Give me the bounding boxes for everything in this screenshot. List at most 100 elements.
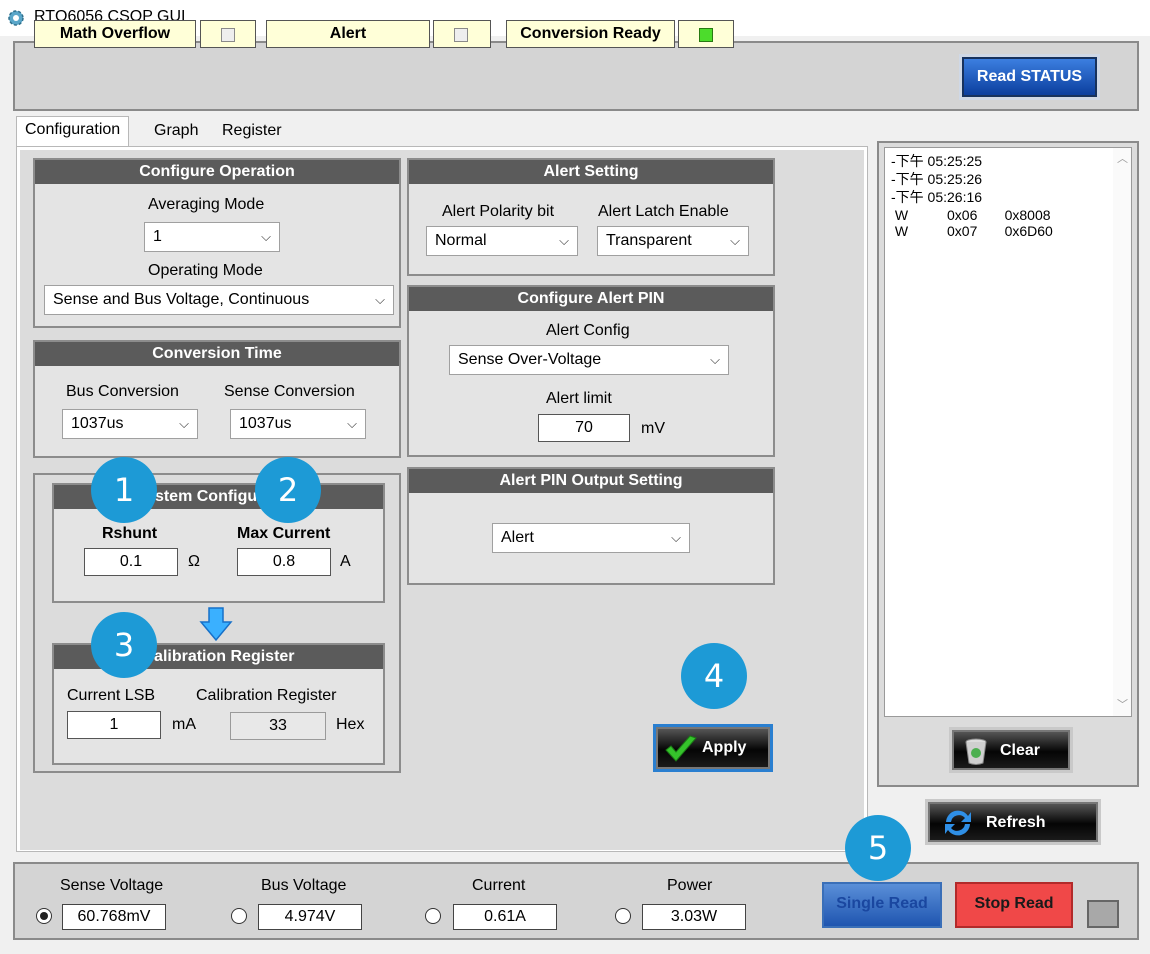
log-list[interactable]: -下午 05:25:25 -下午 05:25:26 -下午 05:26:16 W…	[884, 147, 1132, 717]
chevron-down-icon: ⌵	[710, 352, 720, 367]
tab-graph[interactable]: Graph	[146, 118, 206, 146]
callout-badge-4: 4	[681, 643, 747, 709]
current-label: Current	[472, 877, 526, 894]
conversion-ready-label: Conversion Ready	[506, 20, 675, 48]
rshunt-unit: Ω	[188, 553, 200, 570]
callout-badge-5: 5	[845, 815, 911, 881]
averaging-mode-label: Averaging Mode	[148, 196, 265, 213]
chevron-down-icon: ⌵	[730, 233, 740, 248]
power-value: 3.03W	[642, 904, 746, 930]
scroll-up-icon[interactable]: ︿	[1117, 150, 1128, 166]
bus-conversion-label: Bus Conversion	[66, 383, 179, 400]
rshunt-label: Rshunt	[102, 525, 158, 542]
conversion-time-title: Conversion Time	[35, 342, 399, 366]
log-line: -下午 05:26:16	[891, 189, 983, 205]
calibration-register-label: Calibration Register	[196, 687, 337, 704]
checkmark-icon	[665, 735, 697, 762]
arrow-down-icon	[199, 607, 233, 642]
alert-latch-select[interactable]: Transparent ⌵	[597, 226, 749, 256]
operating-mode-label: Operating Mode	[148, 262, 263, 279]
conversion-ready-checkbox[interactable]	[678, 20, 734, 48]
alert-config-value: Sense Over-Voltage	[458, 351, 602, 368]
alert-output-title: Alert PIN Output Setting	[409, 469, 773, 493]
log-line: -下午 05:25:26	[891, 171, 983, 187]
calibration-register-value: 33	[230, 712, 326, 740]
alert-limit-unit: mV	[641, 420, 665, 437]
chevron-down-icon: ⌵	[347, 416, 357, 431]
callout-badge-3: 3	[91, 612, 157, 678]
averaging-mode-value: 1	[153, 228, 162, 245]
alert-latch-label: Alert Latch Enable	[598, 203, 729, 220]
alert-setting-title: Alert Setting	[409, 160, 773, 184]
chevron-down-icon: ⌵	[261, 229, 271, 244]
current-lsb-label: Current LSB	[67, 687, 156, 704]
clear-label: Clear	[1000, 742, 1041, 759]
alert-polarity-select[interactable]: Normal ⌵	[426, 226, 578, 256]
read-indicator	[1087, 900, 1119, 928]
current-lsb-unit: mA	[172, 716, 196, 733]
chevron-down-icon: ⌵	[179, 416, 189, 431]
scroll-down-icon[interactable]: ﹀	[1117, 696, 1128, 712]
tab-register[interactable]: Register	[214, 118, 290, 146]
current-radio[interactable]	[425, 908, 441, 924]
log-line: W 0x06 0x8008	[891, 207, 1051, 223]
sense-conversion-value: 1037us	[239, 415, 292, 432]
calibration-register-unit: Hex	[336, 716, 365, 733]
single-read-button[interactable]: Single Read	[822, 882, 942, 928]
log-scrollbar[interactable]: ︿ ﹀	[1113, 148, 1131, 716]
alert-flag-label: Alert	[266, 20, 430, 48]
averaging-mode-select[interactable]: 1 ⌵	[144, 222, 280, 252]
bus-conversion-select[interactable]: 1037us ⌵	[62, 409, 198, 439]
operating-mode-value: Sense and Bus Voltage, Continuous	[53, 291, 310, 308]
alert-polarity-value: Normal	[435, 232, 487, 249]
bus-voltage-radio[interactable]	[231, 908, 247, 924]
app-gear-icon	[8, 10, 24, 26]
alert-config-label: Alert Config	[546, 322, 630, 339]
operating-mode-select[interactable]: Sense and Bus Voltage, Continuous ⌵	[44, 285, 394, 315]
apply-button[interactable]: Apply	[656, 727, 770, 769]
power-label: Power	[667, 877, 713, 894]
sense-conversion-label: Sense Conversion	[224, 383, 355, 400]
math-overflow-label: Math Overflow	[34, 20, 196, 48]
clear-button[interactable]: Clear	[952, 730, 1070, 770]
log-line: W 0x07 0x6D60	[891, 223, 1053, 239]
alert-latch-value: Transparent	[606, 232, 692, 249]
tab-configuration[interactable]: Configuration	[16, 116, 130, 148]
sense-voltage-radio[interactable]	[36, 908, 52, 924]
sense-voltage-label: Sense Voltage	[60, 877, 164, 894]
bus-voltage-label: Bus Voltage	[261, 877, 347, 894]
configure-operation-title: Configure Operation	[35, 160, 399, 184]
refresh-label: Refresh	[986, 814, 1046, 831]
configure-alert-pin-title: Configure Alert PIN	[409, 287, 773, 311]
current-lsb-input[interactable]: 1	[67, 711, 161, 739]
trash-icon	[965, 738, 987, 765]
alert-flag-checkbox[interactable]	[433, 20, 491, 48]
sense-voltage-value: 60.768mV	[62, 904, 166, 930]
bus-conversion-value: 1037us	[71, 415, 124, 432]
rshunt-input[interactable]: 0.1	[84, 548, 178, 576]
callout-badge-2: 2	[255, 457, 321, 523]
power-radio[interactable]	[615, 908, 631, 924]
current-value: 0.61A	[453, 904, 557, 930]
alert-polarity-label: Alert Polarity bit	[442, 203, 555, 220]
sense-conversion-select[interactable]: 1037us ⌵	[230, 409, 366, 439]
alert-limit-label: Alert limit	[546, 390, 612, 407]
chevron-down-icon: ⌵	[375, 292, 385, 307]
log-line: -下午 05:25:25	[891, 153, 983, 169]
refresh-button[interactable]: Refresh	[928, 802, 1098, 842]
apply-label: Apply	[702, 739, 747, 756]
refresh-icon	[945, 810, 971, 836]
stop-read-button[interactable]: Stop Read	[955, 882, 1073, 928]
alert-output-select[interactable]: Alert ⌵	[492, 523, 690, 553]
alert-config-select[interactable]: Sense Over-Voltage ⌵	[449, 345, 729, 375]
chevron-down-icon: ⌵	[671, 530, 681, 545]
chevron-down-icon: ⌵	[559, 233, 569, 248]
read-status-button[interactable]: Read STATUS	[962, 57, 1097, 97]
max-current-label: Max Current	[237, 525, 331, 542]
alert-output-value: Alert	[501, 529, 534, 546]
max-current-unit: A	[340, 553, 351, 570]
math-overflow-checkbox[interactable]	[200, 20, 256, 48]
alert-limit-input[interactable]: 70	[538, 414, 630, 442]
bus-voltage-value: 4.974V	[258, 904, 362, 930]
max-current-input[interactable]: 0.8	[237, 548, 331, 576]
